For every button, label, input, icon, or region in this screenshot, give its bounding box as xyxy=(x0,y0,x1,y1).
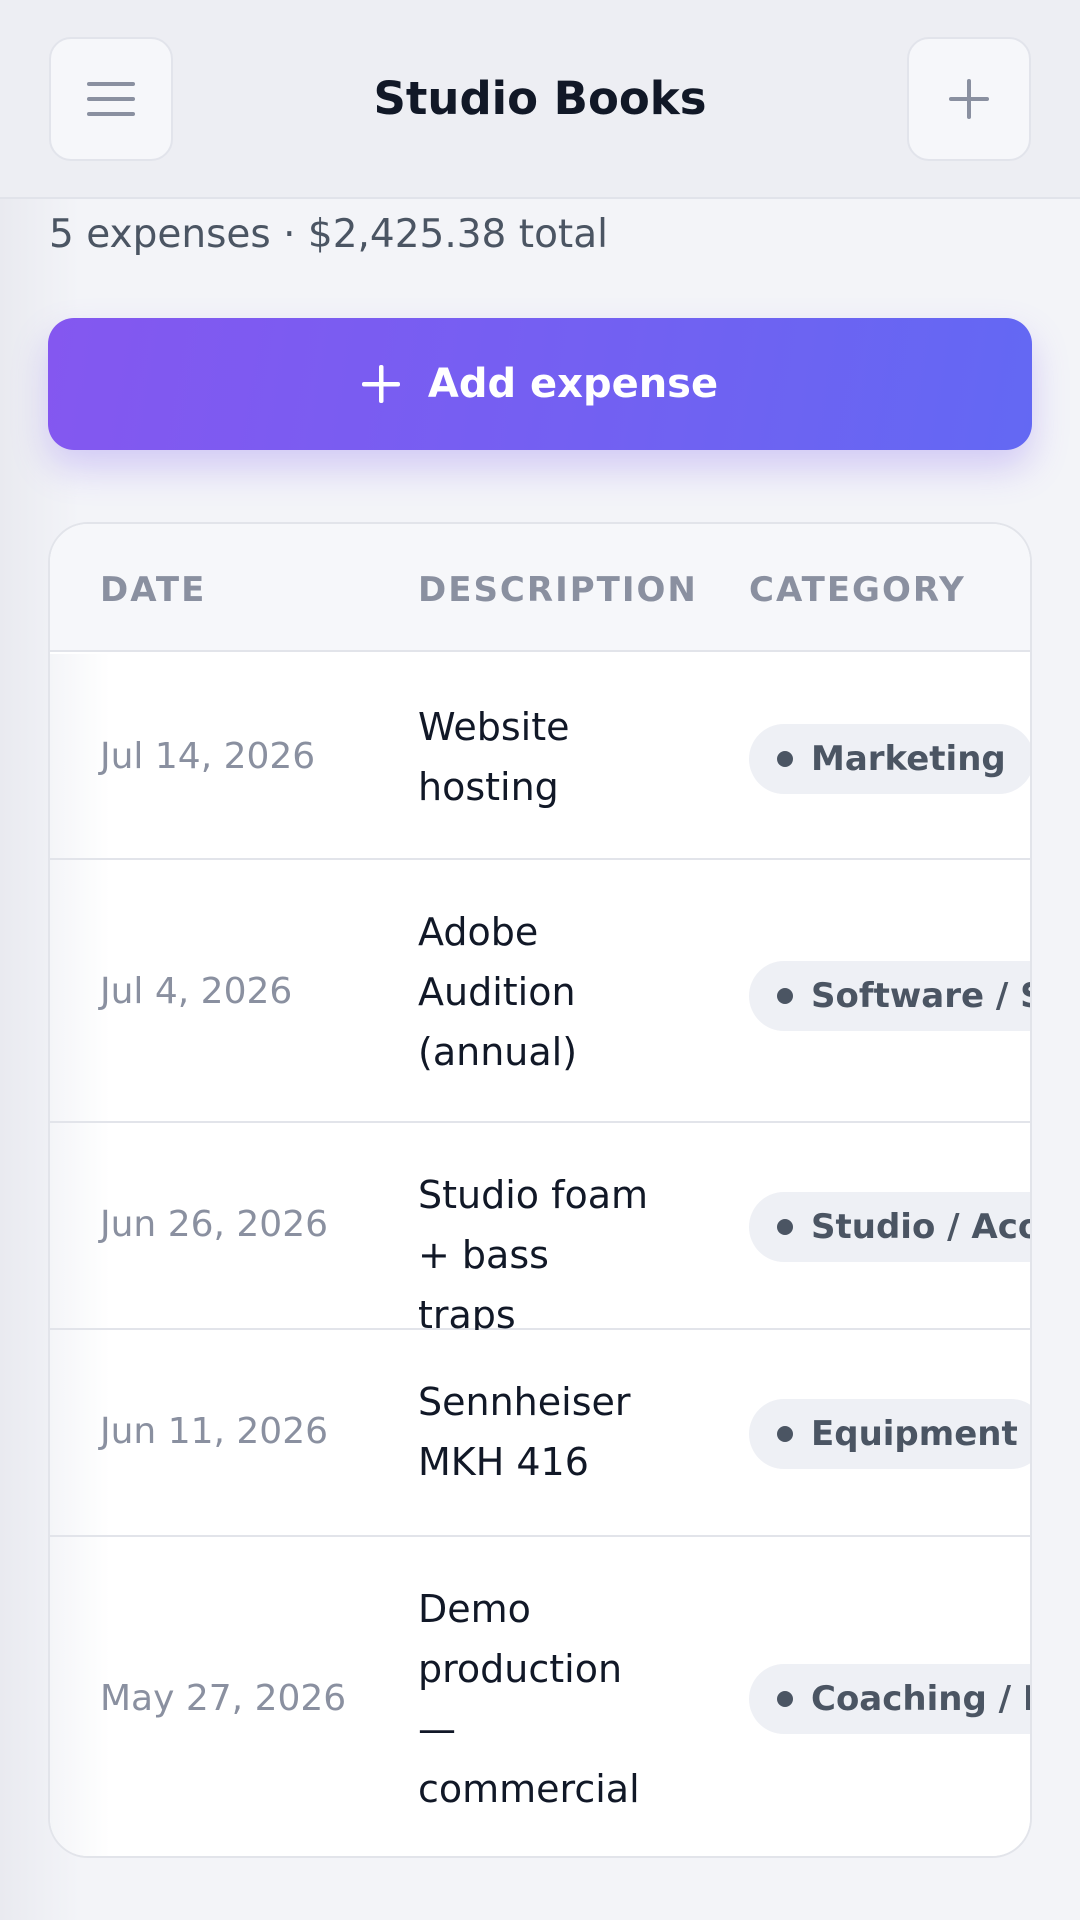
expense-description: Sennheiser MKH 416 xyxy=(418,1372,658,1492)
hamburger-menu-icon xyxy=(87,82,135,116)
description-line: MKH 416 xyxy=(418,1440,589,1484)
category-dot-icon xyxy=(777,751,793,767)
description-line: commercial xyxy=(418,1767,640,1811)
app-screen: Studio Books 5 expenses · $2,425.38 tota… xyxy=(0,0,1080,1920)
menu-button[interactable] xyxy=(49,37,173,161)
category-badge[interactable]: Equipment xyxy=(749,1399,1030,1469)
page-title: Studio Books xyxy=(373,72,707,125)
expense-description: Website hosting xyxy=(418,697,658,817)
plus-icon xyxy=(361,365,400,403)
category-dot-icon xyxy=(777,988,793,1004)
table-row[interactable]: Jul 14, 2026 Website hosting Marketing xyxy=(50,654,1030,860)
category-dot-icon xyxy=(777,1426,793,1442)
description-line: Adobe xyxy=(418,910,539,954)
category-badge[interactable]: Studio / Acoustics xyxy=(749,1192,1030,1262)
description-line: — xyxy=(418,1707,456,1751)
table-row[interactable]: Jun 26, 2026 Studio foam + bass traps St… xyxy=(50,1123,1030,1337)
expenses-table: DATE DESCRIPTION CATEGORY Jul 14, 2026 W… xyxy=(48,522,1032,1858)
table-header: DATE DESCRIPTION CATEGORY xyxy=(50,524,1030,652)
description-line: production xyxy=(418,1647,623,1691)
expense-date: Jul 4, 2026 xyxy=(100,971,293,1012)
expense-summary: 5 expenses · $2,425.38 total xyxy=(49,212,608,257)
category-badge[interactable]: Coaching / Demo xyxy=(749,1664,1030,1734)
expense-date: Jun 11, 2026 xyxy=(100,1411,329,1452)
description-line: (annual) xyxy=(418,1030,578,1074)
expense-description: Studio foam + bass traps xyxy=(418,1165,658,1345)
category-dot-icon xyxy=(777,1219,793,1235)
expense-date: Jul 14, 2026 xyxy=(100,736,316,777)
description-line: Audition xyxy=(418,970,576,1014)
description-line: Studio foam xyxy=(418,1173,649,1217)
plus-icon xyxy=(949,79,989,119)
description-line: Website xyxy=(418,705,570,749)
category-label: Equipment xyxy=(811,1414,1018,1454)
description-line: hosting xyxy=(418,765,559,809)
description-line: Demo xyxy=(418,1587,531,1631)
column-header-description[interactable]: DESCRIPTION xyxy=(418,568,698,612)
expense-description: Demo production — commercial xyxy=(418,1579,658,1819)
category-label: Coaching / Demo xyxy=(811,1679,1030,1719)
add-expense-button[interactable]: Add expense xyxy=(48,318,1032,450)
category-dot-icon xyxy=(777,1691,793,1707)
app-header: Studio Books xyxy=(0,0,1080,199)
expense-date: May 27, 2026 xyxy=(100,1678,347,1719)
column-header-date[interactable]: DATE xyxy=(100,568,206,612)
description-line: + bass traps xyxy=(418,1233,549,1337)
table-row[interactable]: Jun 11, 2026 Sennheiser MKH 416 Equipmen… xyxy=(50,1330,1030,1537)
expense-date: Jun 26, 2026 xyxy=(100,1204,329,1245)
category-label: Software / Subscriptions xyxy=(811,976,1030,1016)
category-label: Marketing xyxy=(811,739,1006,779)
column-header-category[interactable]: CATEGORY xyxy=(749,568,966,612)
category-badge[interactable]: Marketing xyxy=(749,724,1030,794)
table-row[interactable]: May 27, 2026 Demo production — commercia… xyxy=(50,1537,1030,1856)
expense-description: Adobe Audition (annual) xyxy=(418,902,658,1082)
category-badge[interactable]: Software / Subscriptions xyxy=(749,961,1030,1031)
add-expense-label: Add expense xyxy=(427,361,719,407)
category-label: Studio / Acoustics xyxy=(811,1207,1030,1247)
table-row[interactable]: Jul 4, 2026 Adobe Audition (annual) Soft… xyxy=(50,860,1030,1123)
description-line: Sennheiser xyxy=(418,1380,631,1424)
header-add-button[interactable] xyxy=(907,37,1031,161)
